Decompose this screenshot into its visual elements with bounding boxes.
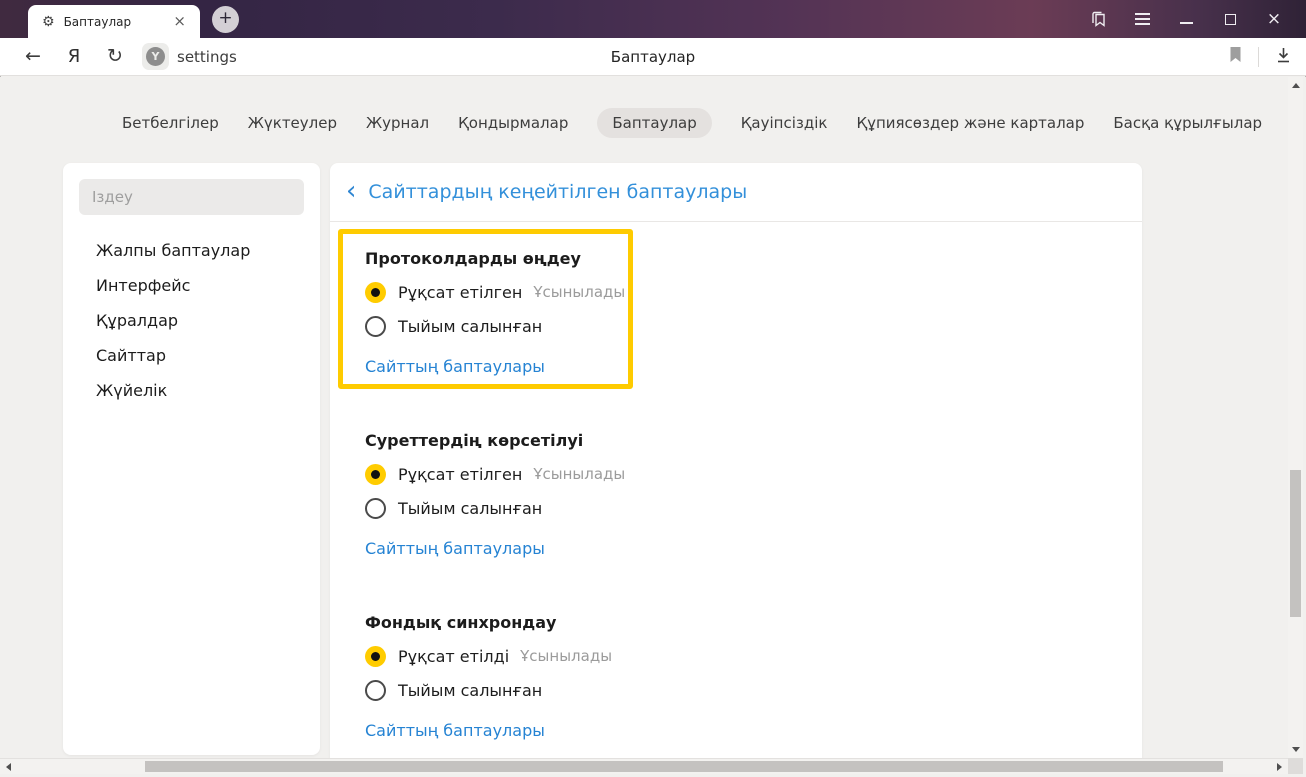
recommended-badge: Ұсынылады [533,283,626,301]
toolbar-separator [1258,46,1259,67]
menu-button[interactable] [1120,0,1164,38]
radio-label[interactable]: Тыйым салынған [398,499,542,518]
downloads-button[interactable] [1275,46,1292,68]
close-icon: × [1266,8,1282,29]
recommended-badge: Ұсынылады [533,465,626,483]
radio-selected-icon[interactable] [365,281,386,303]
address-url[interactable]: settings [177,48,237,66]
tab-title: Баптаулар [63,14,132,29]
radio-option-deny[interactable]: Тыйым салынған [365,312,1082,340]
vertical-scroll-thumb[interactable] [1290,470,1301,617]
yandex-logo[interactable]: Я [54,46,94,67]
back-chevron-icon[interactable]: ‹ [346,178,356,204]
search-input[interactable] [79,179,304,215]
advanced-site-settings-header[interactable]: ‹ Сайттардың кеңейтілген баптаулары [330,163,1142,222]
section-protocol-handling: Протоколдарды өңдеу Рұқсат етілген Ұсыны… [365,248,1082,378]
refresh-button[interactable]: ↻ [94,47,136,66]
radio-label[interactable]: Рұқсат етілген [398,283,522,302]
site-settings-link[interactable]: Сайттың баптаулары [365,356,545,378]
maximize-icon [1224,13,1236,25]
browser-tab-settings[interactable]: ⚙ Баптаулар × [28,5,200,38]
bookmark-button[interactable] [1229,46,1242,67]
tab-close-icon[interactable]: × [169,12,190,31]
site-settings-link[interactable]: Сайттың баптаулары [365,538,545,560]
section-background-sync: Фондық синхрондау Рұқсат етілді Ұсынылад… [365,612,1082,742]
sidebar-item-interface[interactable]: Интерфейс [63,268,320,303]
radio-label[interactable]: Рұқсат етілді [398,647,509,666]
sidebar-item-tools[interactable]: Құралдар [63,303,320,338]
tab-groups-icon [1091,11,1105,27]
maximize-button[interactable] [1208,0,1252,38]
permission-sections: Протоколдарды өңдеу Рұқсат етілген Ұсыны… [365,248,1082,777]
address-toolbar: ← Я ↻ Y settings Баптаулар [0,38,1306,76]
toolbar-right [1229,46,1292,68]
toolbar-left: ← Я ↻ Y settings [0,43,237,70]
radio-option-allow[interactable]: Рұқсат етілген Ұсынылады [365,278,1082,306]
radio-unselected-icon[interactable] [365,679,386,701]
gear-icon: ⚙ [42,13,55,30]
section-image-display: Суреттердің көрсетілуі Рұқсат етілген Ұс… [365,430,1082,560]
scroll-right-icon[interactable] [1277,763,1282,771]
horizontal-scroll-thumb[interactable] [145,761,1223,772]
scroll-left-icon[interactable] [6,763,11,771]
nav-tab-passwords[interactable]: Құпиясөздер және карталар [856,114,1084,132]
new-tab-button[interactable]: + [212,6,239,33]
recommended-badge: Ұсынылады [520,647,613,665]
nav-tab-devices[interactable]: Басқа құрылғылар [1113,114,1262,132]
sidebar-item-general[interactable]: Жалпы баптаулар [63,233,320,268]
section-title: Протоколдарды өңдеу [365,249,581,268]
settings-main-panel: ‹ Сайттардың кеңейтілген баптаулары Прот… [330,163,1142,759]
download-icon [1278,47,1289,62]
nav-tab-extensions[interactable]: Қондырмалар [458,114,568,132]
browser-window: ⚙ Баптаулар × + × ← Я ↻ Y settings Бапта… [0,0,1306,777]
radio-option-allow[interactable]: Рұқсат етілді Ұсынылады [365,642,1082,670]
radio-unselected-icon[interactable] [365,497,386,519]
radio-unselected-icon[interactable] [365,315,386,337]
settings-nav-tabs: Бетбелгілер Жүктеулер Журнал Қондырмалар… [122,108,1262,138]
nav-tab-settings[interactable]: Баптаулар [597,108,712,138]
site-settings-link[interactable]: Сайттың баптаулары [365,720,545,742]
back-button[interactable]: ← [12,47,54,66]
section-title: Фондық синхрондау [365,613,557,632]
protect-badge[interactable]: Y [142,43,169,70]
sidebar-item-system[interactable]: Жүйелік [63,373,320,408]
section-title: Суреттердің көрсетілуі [365,431,584,450]
tab-bar: ⚙ Баптаулар × + × [0,0,1306,38]
radio-option-deny[interactable]: Тыйым салынған [365,494,1082,522]
sidebar-list: Жалпы баптаулар Интерфейс Құралдар Сайтт… [63,233,320,408]
scroll-down-icon[interactable] [1292,747,1300,752]
scrollbar-corner [1288,758,1303,774]
radio-option-allow[interactable]: Рұқсат етілген Ұсынылады [365,460,1082,488]
close-window-button[interactable]: × [1252,0,1296,38]
protect-icon: Y [146,47,165,66]
horizontal-scrollbar[interactable] [0,758,1288,774]
sidebar-item-sites[interactable]: Сайттар [63,338,320,373]
radio-selected-icon[interactable] [365,463,386,485]
nav-tab-security[interactable]: Қауіпсіздік [741,114,828,132]
window-controls: × [1076,0,1296,38]
tab-groups-button[interactable] [1076,0,1120,38]
scroll-up-icon[interactable] [1292,83,1300,88]
minimize-icon [1179,22,1193,24]
radio-label[interactable]: Тыйым салынған [398,681,542,700]
page-title: Баптаулар [610,47,696,66]
minimize-button[interactable] [1164,0,1208,38]
main-header-title[interactable]: Сайттардың кеңейтілген баптаулары [368,181,747,203]
vertical-scrollbar[interactable] [1288,77,1303,758]
nav-tab-downloads[interactable]: Жүктеулер [248,114,337,132]
radio-label[interactable]: Тыйым салынған [398,317,542,336]
radio-label[interactable]: Рұқсат етілген [398,465,522,484]
settings-page: Бетбелгілер Жүктеулер Журнал Қондырмалар… [0,77,1306,777]
nav-tab-bookmarks[interactable]: Бетбелгілер [122,114,219,132]
hamburger-icon [1134,13,1150,25]
settings-sidebar: Жалпы баптаулар Интерфейс Құралдар Сайтт… [63,163,320,755]
bookmark-icon [1230,46,1241,62]
radio-option-deny[interactable]: Тыйым салынған [365,676,1082,704]
radio-selected-icon[interactable] [365,645,386,667]
nav-tab-history[interactable]: Журнал [366,114,429,132]
